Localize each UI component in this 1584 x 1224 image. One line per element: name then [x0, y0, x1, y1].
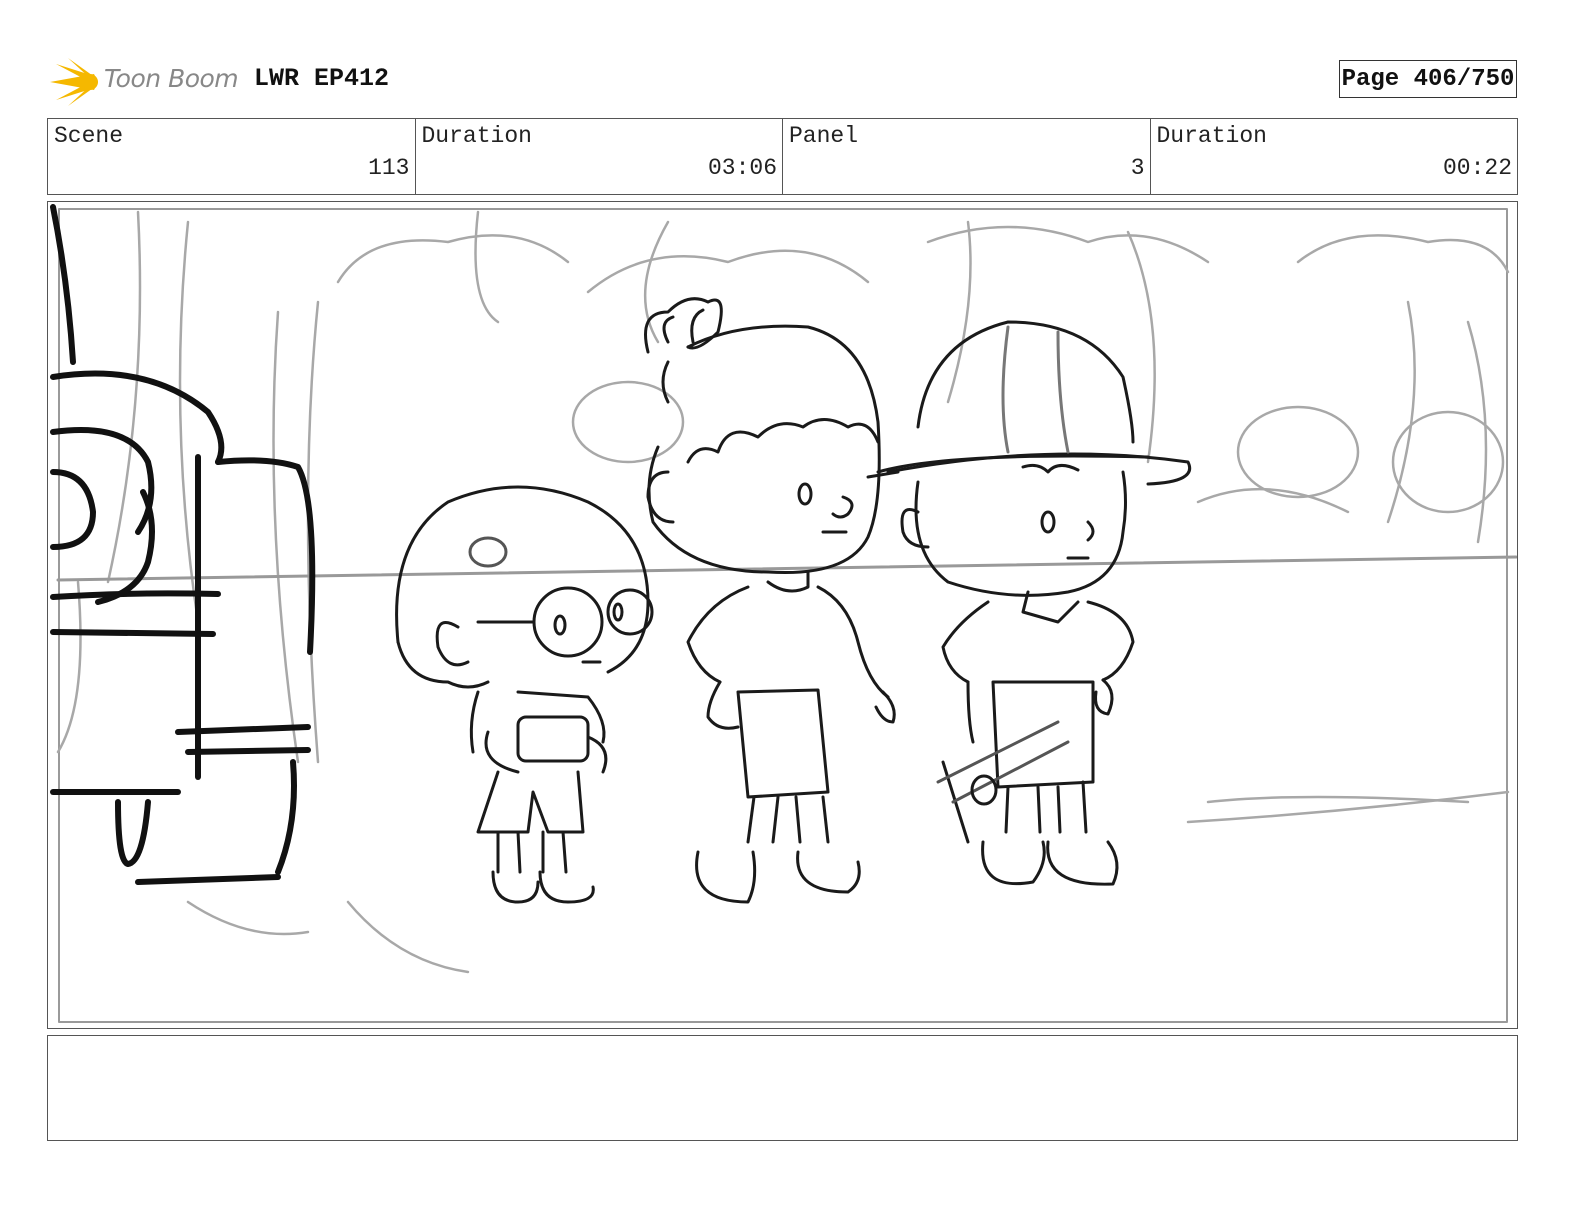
project-title: LWR EP412: [254, 64, 390, 93]
panel-cell: Panel 3: [783, 119, 1151, 194]
scene-duration-value: 03:06: [707, 155, 777, 181]
scene-cell: Scene 113: [48, 119, 416, 194]
boy-with-ranger-hat-sketch: [876, 320, 1192, 886]
panel-duration-cell: Duration 00:22: [1151, 119, 1518, 194]
scene-value: 113: [368, 155, 410, 181]
sketch-drawing: [50, 204, 1517, 1023]
panel-duration-value: 00:22: [1442, 155, 1512, 181]
scene-duration-label: Duration: [421, 123, 532, 149]
panel-label: Panel: [789, 123, 859, 149]
girl-with-crown-sketch: [644, 297, 900, 904]
panel-value: 3: [1130, 155, 1145, 181]
panel-notes-box: [47, 1035, 1518, 1141]
page-indicator: Page 406/750: [1339, 60, 1517, 98]
panel-duration-label: Duration: [1156, 123, 1267, 149]
storyboard-panel: [47, 201, 1518, 1029]
panel-info-row: Scene 113 Duration 03:06 Panel 3 Duratio…: [47, 118, 1518, 195]
logo-text: Toon Boom: [104, 64, 239, 93]
scene-duration-cell: Duration 03:06: [416, 119, 783, 194]
girl-with-glasses-sketch: [395, 485, 654, 904]
scene-label: Scene: [54, 123, 124, 149]
